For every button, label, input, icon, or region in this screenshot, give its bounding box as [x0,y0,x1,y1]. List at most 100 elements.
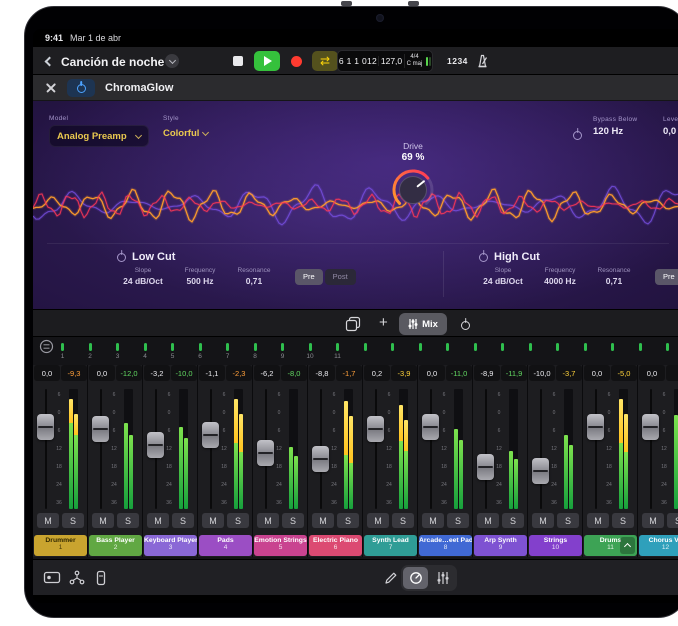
track-name-tab[interactable]: Electric Piano6 [309,535,362,556]
solo-button[interactable]: S [502,513,524,528]
close-plugin-button[interactable] [45,82,57,94]
volume-fader[interactable] [642,414,659,440]
faders-view-button[interactable] [430,567,455,589]
bypass-below-control[interactable]: Bypass Below 120 Hz [593,116,649,137]
solo-button[interactable]: S [172,513,194,528]
track-name-tab[interactable]: Pads4 [199,535,252,556]
mixer-power-button[interactable] [461,317,470,335]
track-name-tab[interactable]: Chorus Vo12 [639,535,678,556]
high-cut-slope[interactable]: Slope24 dB/Oct [479,267,527,286]
volume-readout[interactable]: 0,0 [34,365,60,381]
volume-fader[interactable] [202,422,219,448]
mute-button[interactable]: M [367,513,389,528]
high-cut-resonance[interactable]: Resonance0,71 [593,267,635,286]
low-cut-resonance[interactable]: Resonance0,71 [233,267,275,286]
volume-readout[interactable]: 0,2 [364,365,390,381]
volume-readout[interactable]: -8,8 [309,365,335,381]
high-cut-pre-button[interactable]: Pre [655,269,678,285]
play-button[interactable] [254,51,280,71]
add-track-button[interactable]: + [379,314,388,332]
low-cut-slope[interactable]: Slope24 dB/Oct [119,267,167,286]
level-control[interactable]: Level 0,0 dB [663,116,678,137]
style-selector[interactable]: Style Colorful [163,115,208,139]
solo-button[interactable]: S [62,513,84,528]
bypass-power-button[interactable] [573,127,582,145]
solo-button[interactable]: S [667,513,678,528]
lcd-display[interactable]: 6 1 1 012 127,0 4/4 C maj [337,50,433,72]
low-cut-pre-button[interactable]: Pre [295,269,323,285]
volume-readout[interactable]: 0,0 [639,365,665,381]
volume-fader[interactable] [92,416,109,442]
volume-readout[interactable]: -8,9 [474,365,500,381]
solo-button[interactable]: S [612,513,634,528]
knobs-view-button[interactable] [403,567,428,589]
count-in-button[interactable]: 1234 [447,56,468,66]
track-name-tab[interactable]: Drummer1 [34,535,87,556]
cycle-button[interactable]: ⇄ [312,51,338,71]
volume-fader[interactable] [147,432,164,458]
track-name-tab[interactable]: Keyboard Player3 [144,535,197,556]
mute-button[interactable]: M [532,513,554,528]
solo-button[interactable]: S [447,513,469,528]
volume-fader[interactable] [37,414,54,440]
volume-fader[interactable] [532,458,549,484]
volume-fader[interactable] [312,446,329,472]
project-menu-button[interactable] [165,54,179,68]
mute-button[interactable]: M [202,513,224,528]
record-button[interactable] [287,51,305,71]
browser-button[interactable] [43,570,61,585]
volume-readout[interactable]: 0,0 [419,365,445,381]
stop-button[interactable] [229,51,247,71]
high-cut-power-button[interactable] [479,253,488,262]
mute-button[interactable]: M [92,513,114,528]
solo-button[interactable]: S [392,513,414,528]
solo-button[interactable]: S [557,513,579,528]
mute-button[interactable]: M [477,513,499,528]
routing-button[interactable] [69,570,85,585]
track-name-tab[interactable]: Emotion Strings5 [254,535,307,556]
volume-readout[interactable]: -10,0 [529,365,555,381]
edit-button[interactable] [383,570,399,586]
volume-fader[interactable] [477,454,494,480]
high-cut-frequency[interactable]: Frequency4000 Hz [537,267,583,286]
back-button[interactable] [41,54,55,68]
solo-button[interactable]: S [282,513,304,528]
low-cut-post-button[interactable]: Post [325,269,356,285]
inspector-button[interactable] [95,570,107,586]
volume-readout[interactable]: -1,1 [199,365,225,381]
mute-button[interactable]: M [587,513,609,528]
plugin-power-button[interactable] [67,79,95,97]
solo-button[interactable]: S [337,513,359,528]
solo-button[interactable]: S [227,513,249,528]
track-name-tab[interactable]: Synth Lead7 [364,535,417,556]
volume-readout[interactable]: -3,2 [144,365,170,381]
low-cut-frequency[interactable]: Frequency500 Hz [177,267,223,286]
track-name-tab[interactable]: Strings10 [529,535,582,556]
track-name-tab[interactable]: Bass Player2 [89,535,142,556]
mix-view-button[interactable]: Mix [399,313,447,335]
metronome-button[interactable] [475,53,490,69]
drive-knob[interactable] [390,167,436,213]
model-selector[interactable]: Model Analog Preamp [49,115,149,147]
track-name-tab[interactable]: Arp Synth9 [474,535,527,556]
volume-readout[interactable]: -6,2 [254,365,280,381]
volume-fader[interactable] [367,416,384,442]
mute-button[interactable]: M [422,513,444,528]
mute-button[interactable]: M [312,513,334,528]
volume-fader[interactable] [422,414,439,440]
volume-readout[interactable]: 0,0 [584,365,610,381]
low-cut-power-button[interactable] [117,253,126,262]
solo-button[interactable]: S [117,513,139,528]
volume-fader[interactable] [587,414,604,440]
volume-fader[interactable] [257,440,274,466]
mute-button[interactable]: M [642,513,664,528]
track-name-tab[interactable]: Drums11 [584,535,637,556]
mute-button[interactable]: M [147,513,169,528]
track-name-tab[interactable]: Arcade…eet Pad8 [419,535,472,556]
mute-button[interactable]: M [37,513,59,528]
volume-readout[interactable]: 0,0 [89,365,115,381]
duplicate-button[interactable] [345,316,361,332]
track-stack-collapse-button[interactable] [620,537,635,554]
project-title[interactable]: Canción de noche [61,55,164,69]
mute-button[interactable]: M [257,513,279,528]
